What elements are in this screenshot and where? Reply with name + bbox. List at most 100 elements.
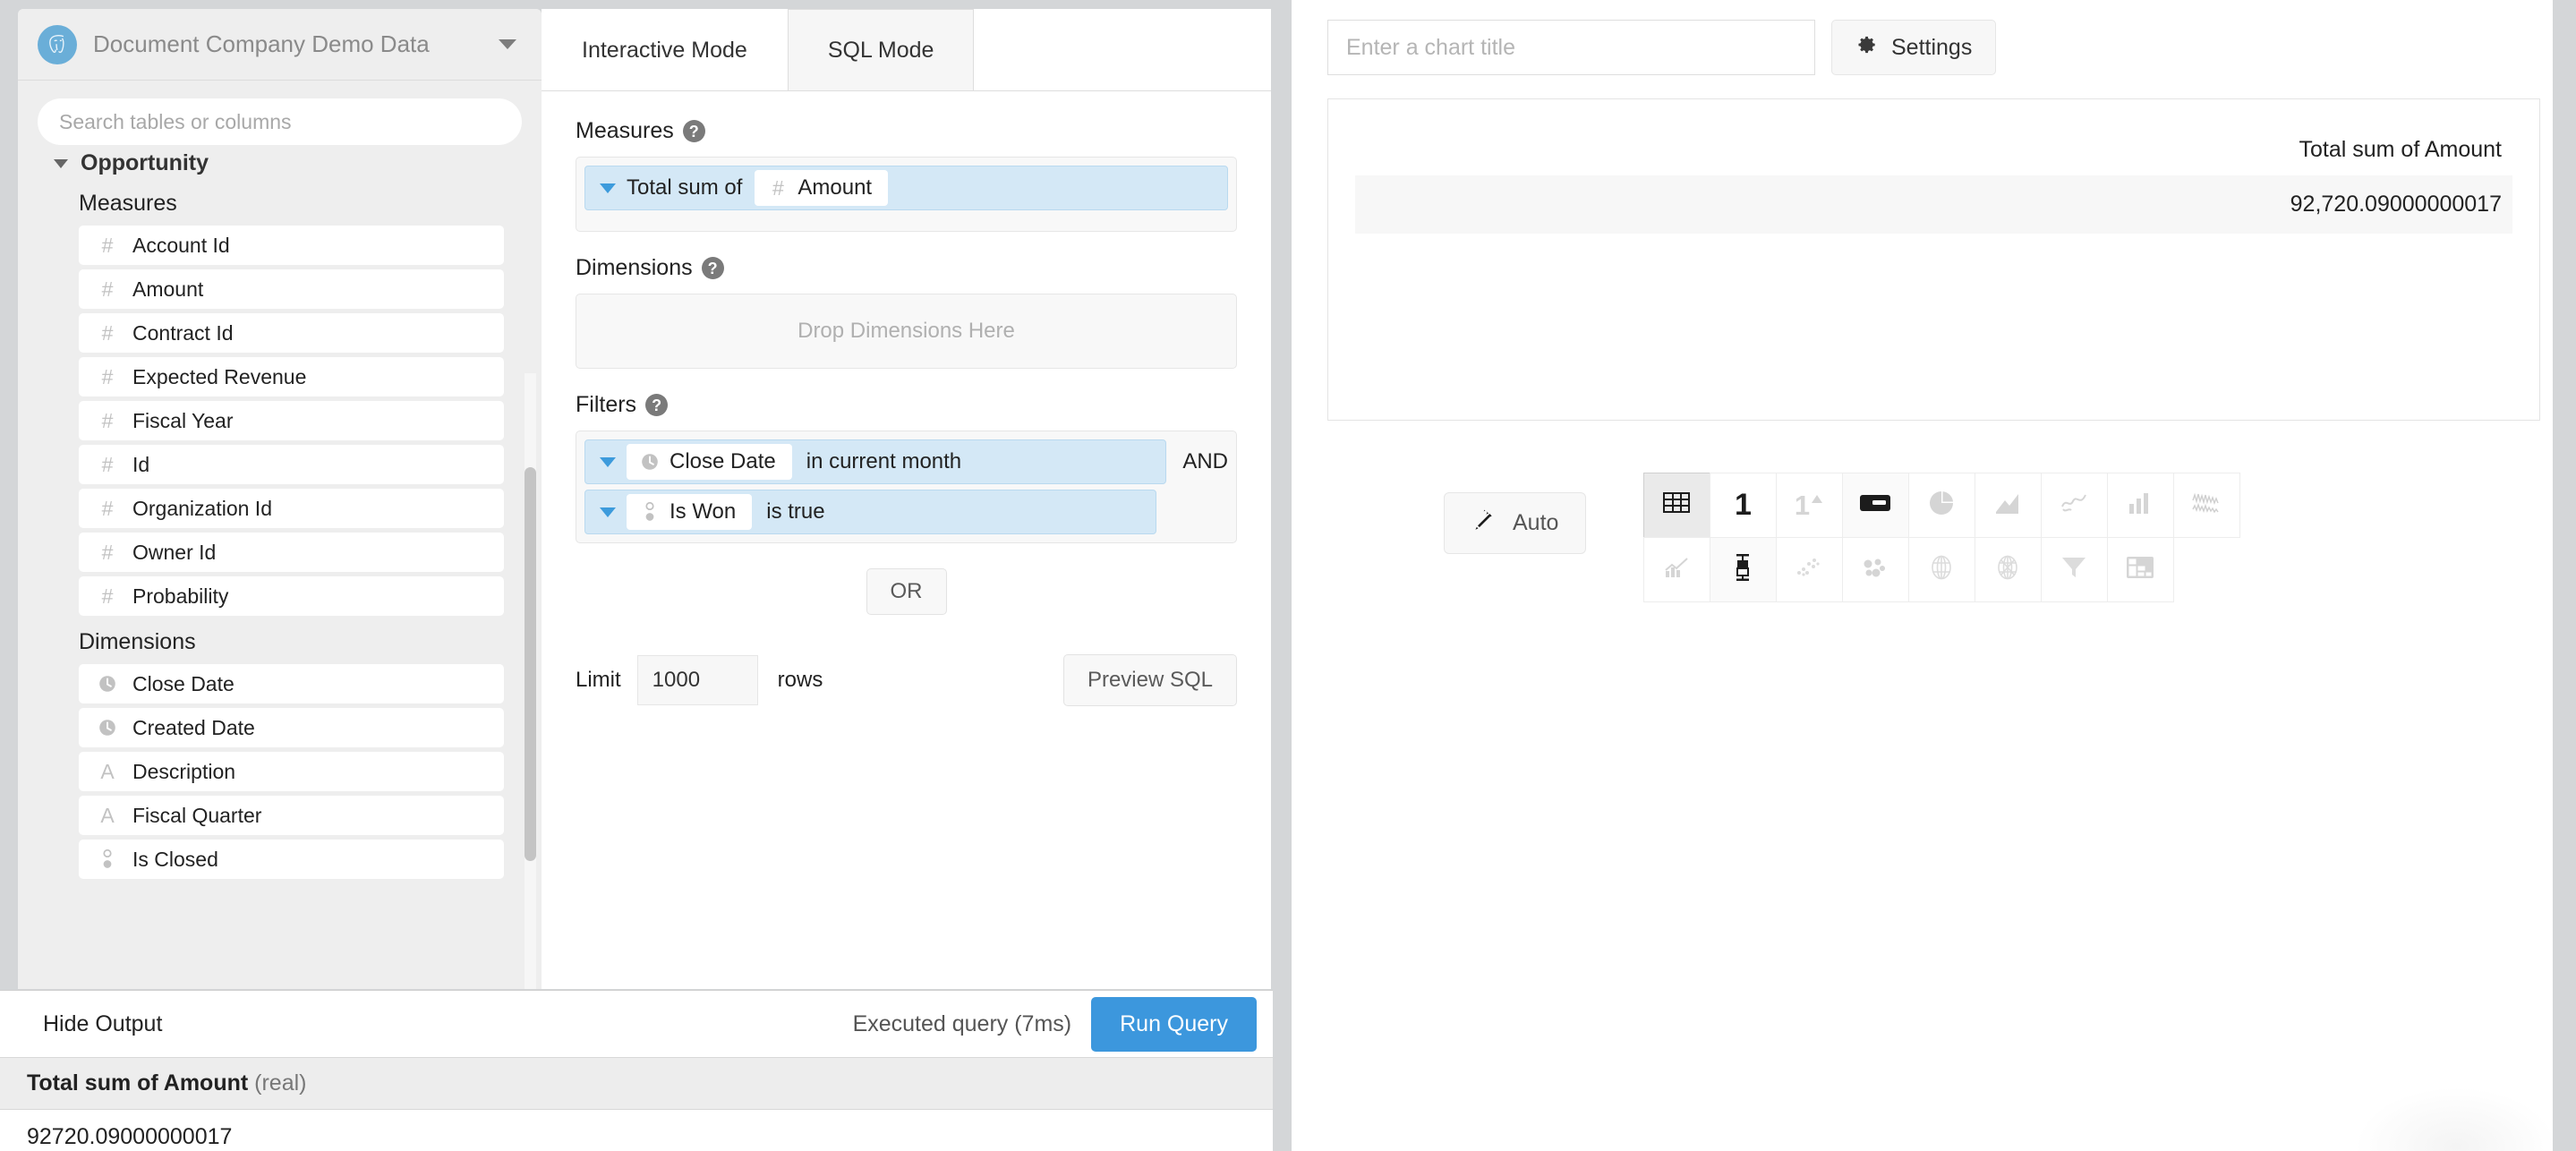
single-number-icon: 1	[1734, 487, 1752, 522]
measures-dropzone[interactable]: Total sum of # Amount	[576, 157, 1237, 232]
viz-type-scatter-plot[interactable]	[1775, 536, 1843, 602]
hide-output-button[interactable]: Hide Output	[43, 1011, 162, 1037]
database-name: Document Company Demo Data	[93, 30, 430, 57]
field-label: Created Date	[132, 715, 255, 739]
viz-type-line-chart[interactable]	[2040, 472, 2108, 538]
clock-icon	[95, 718, 120, 737]
tab-interactive-mode[interactable]: Interactive Mode	[542, 9, 788, 91]
field-description[interactable]: A Description	[79, 752, 504, 791]
filters-dropzone[interactable]: Close Date in current month AND Is Won i…	[576, 431, 1237, 543]
viz-type-table-grid[interactable]	[1642, 472, 1710, 538]
field-fiscal-quarter[interactable]: A Fiscal Quarter	[79, 796, 504, 835]
search-input[interactable]	[38, 98, 522, 145]
preview-sql-button[interactable]: Preview SQL	[1062, 654, 1237, 706]
filter-pill-close-date[interactable]: Close Date in current month	[584, 439, 1167, 484]
measure-pill-total-sum-of-amount[interactable]: Total sum of # Amount	[584, 166, 1228, 210]
measure-field-chip[interactable]: # Amount	[755, 170, 889, 206]
field-organization-id[interactable]: # Organization Id	[79, 489, 504, 528]
help-bubble-widget[interactable]	[2358, 1088, 2555, 1151]
result-value-cell: 92,720.09000000017	[1355, 175, 2512, 234]
viz-type-combo-chart[interactable]	[1642, 536, 1710, 602]
filter-conjunction-and[interactable]: AND	[1182, 449, 1228, 474]
chart-title-input[interactable]	[1327, 20, 1815, 75]
dimensions-section-label: Dimensions ?	[576, 255, 1237, 281]
dimensions-placeholder: Drop Dimensions Here	[798, 319, 1015, 343]
field-expected-revenue[interactable]: # Expected Revenue	[79, 357, 504, 396]
database-selector[interactable]: Document Company Demo Data	[18, 9, 542, 81]
field-label: Account Id	[132, 233, 230, 257]
treemap-icon	[2127, 556, 2154, 583]
number-type-icon: #	[101, 496, 114, 520]
caret-down-icon[interactable]	[600, 183, 616, 193]
field-fiscal-year[interactable]: # Fiscal Year	[79, 401, 504, 440]
caret-down-icon[interactable]	[600, 456, 616, 467]
viz-grid-empty-cell	[2173, 537, 2240, 602]
caret-down-icon[interactable]	[600, 507, 616, 517]
field-id[interactable]: # Id	[79, 445, 504, 484]
chevron-down-icon[interactable]	[499, 39, 516, 49]
viz-type-globe-grid[interactable]	[1974, 536, 2042, 602]
field-contract-id[interactable]: # Contract Id	[79, 313, 504, 353]
schema-table-opportunity[interactable]: Opportunity	[38, 145, 522, 182]
viz-type-sparkline[interactable]	[2172, 472, 2240, 538]
chart-settings-button[interactable]: Settings	[1831, 20, 1997, 75]
filter-pill-is-won[interactable]: Is Won is true	[584, 490, 1156, 534]
add-or-group-button[interactable]: OR	[866, 568, 947, 615]
viz-type-treemap[interactable]	[2106, 536, 2174, 602]
field-owner-id[interactable]: # Owner Id	[79, 533, 504, 572]
viz-type-area-chart[interactable]	[1974, 472, 2042, 538]
help-icon[interactable]: ?	[701, 257, 724, 279]
field-label: Fiscal Quarter	[132, 803, 262, 827]
filter-field-chip[interactable]: Is Won	[627, 494, 753, 530]
measure-field-label: Amount	[798, 175, 873, 200]
viz-type-globe[interactable]	[1907, 536, 1975, 602]
field-close-date[interactable]: Close Date	[79, 664, 504, 703]
field-label: Expected Revenue	[132, 364, 307, 388]
box-plot-icon	[1734, 553, 1752, 585]
filter-condition[interactable]: in current month	[792, 449, 976, 474]
area-chart-icon	[1994, 492, 2021, 518]
viz-type-single-number[interactable]: 1	[1709, 472, 1777, 538]
filter-field-chip[interactable]: Close Date	[627, 444, 792, 480]
boolean-type-icon	[639, 501, 661, 523]
funnel-chart-icon	[2061, 556, 2086, 584]
viz-type-pie-chart[interactable]	[1907, 472, 1975, 538]
mode-tabs: Interactive Mode SQL Mode	[542, 9, 1271, 91]
help-icon[interactable]: ?	[645, 394, 669, 416]
group-label-dimensions: Dimensions	[79, 629, 196, 654]
viz-type-bar-chart[interactable]	[2106, 472, 2174, 538]
help-icon[interactable]: ?	[682, 120, 705, 142]
field-label: Owner Id	[132, 540, 217, 564]
sidebar-scrollbar-thumb[interactable]	[525, 467, 536, 861]
query-status-text: Executed query (7ms)	[852, 1010, 1072, 1036]
filters-label-text: Filters	[576, 392, 637, 417]
viz-type-funnel-chart[interactable]	[2040, 536, 2108, 602]
field-account-id[interactable]: # Account Id	[79, 226, 504, 265]
viz-type-progress-bar[interactable]	[1841, 472, 1909, 538]
field-label: Close Date	[132, 671, 235, 695]
viz-type-box-plot[interactable]	[1709, 536, 1777, 602]
number-trend-icon: 1	[1795, 491, 1824, 519]
viz-type-bubble-chart[interactable]	[1841, 536, 1909, 602]
number-type-icon: #	[772, 175, 784, 200]
field-created-date[interactable]: Created Date	[79, 708, 504, 747]
schema-sidebar: Document Company Demo Data Opportunity M…	[18, 9, 542, 989]
tab-sql-mode[interactable]: SQL Mode	[787, 9, 975, 91]
app-root: Document Company Demo Data Opportunity M…	[0, 0, 2576, 1151]
line-chart-icon	[2060, 492, 2087, 518]
filter-condition[interactable]: is true	[752, 499, 839, 524]
run-query-button[interactable]: Run Query	[1091, 996, 1257, 1052]
limit-input[interactable]	[636, 655, 758, 705]
field-label: Description	[132, 759, 236, 783]
dimensions-dropzone[interactable]: Drop Dimensions Here	[576, 294, 1237, 369]
field-is-closed[interactable]: Is Closed	[79, 840, 504, 879]
boolean-type-icon	[95, 848, 120, 870]
filter-row-close-date: Close Date in current month AND	[584, 439, 1228, 484]
auto-visualization-button[interactable]: Auto	[1444, 492, 1587, 554]
field-amount[interactable]: # Amount	[79, 269, 504, 309]
globe-icon	[1930, 555, 1953, 584]
filter-field-label: Is Won	[670, 499, 737, 524]
field-probability[interactable]: # Probability	[79, 576, 504, 616]
chart-result-card: Total sum of Amount 92,720.09000000017	[1327, 98, 2540, 421]
viz-type-number-trend[interactable]: 1	[1775, 472, 1843, 538]
